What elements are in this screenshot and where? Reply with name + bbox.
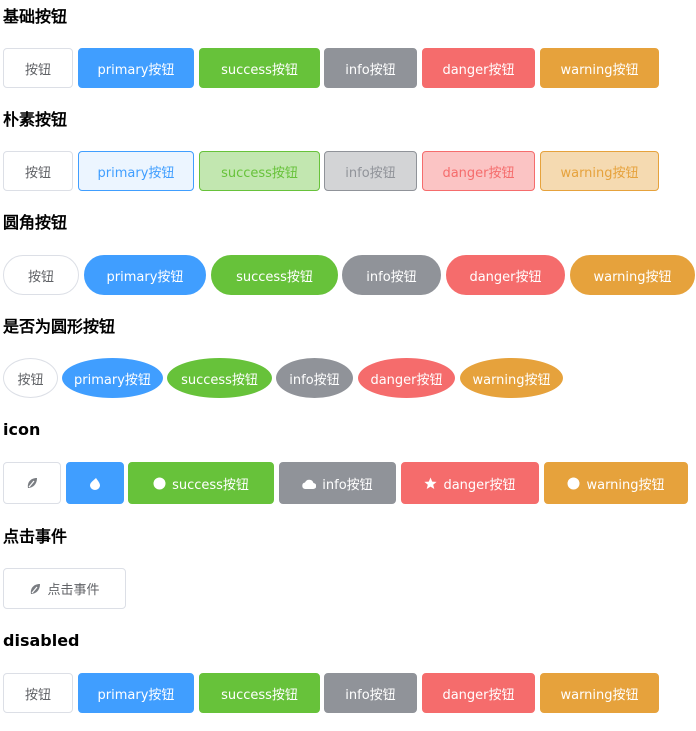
icon-info-button[interactable]: info按钮 <box>279 462 396 504</box>
round-success-button[interactable]: success按钮 <box>211 255 338 295</box>
basic-danger-button[interactable]: danger按钮 <box>422 48 535 88</box>
section-title-plain: 朴素按钮 <box>3 110 68 129</box>
circle-primary-button[interactable]: primary按钮 <box>62 358 163 398</box>
circle-icon <box>567 477 580 490</box>
disabled-success-button[interactable]: success按钮 <box>199 673 320 713</box>
leaf-icon <box>26 477 38 489</box>
leaf-icon <box>29 583 41 595</box>
icon-success-button-label: success按钮 <box>172 477 249 493</box>
basic-warning-button[interactable]: warning按钮 <box>540 48 659 88</box>
icon-info-button-label: info按钮 <box>322 477 373 493</box>
plain-info-button[interactable]: info按钮 <box>324 151 417 191</box>
circle-default-button[interactable]: 按钮 <box>3 358 58 398</box>
plain-danger-button[interactable]: danger按钮 <box>422 151 535 191</box>
disabled-info-button[interactable]: info按钮 <box>324 673 417 713</box>
disabled-danger-button[interactable]: danger按钮 <box>422 673 535 713</box>
basic-primary-button[interactable]: primary按钮 <box>78 48 194 88</box>
basic-success-button[interactable]: success按钮 <box>199 48 320 88</box>
disabled-default-button[interactable]: 按钮 <box>3 673 73 713</box>
drop-icon <box>89 477 101 490</box>
circle-warning-button[interactable]: warning按钮 <box>460 358 563 398</box>
round-danger-button[interactable]: danger按钮 <box>446 255 565 295</box>
round-default-button[interactable]: 按钮 <box>3 255 79 295</box>
cloud-icon <box>302 477 317 490</box>
icon-danger-button[interactable]: danger按钮 <box>401 462 539 504</box>
round-primary-button[interactable]: primary按钮 <box>84 255 206 295</box>
icon-primary-button[interactable] <box>66 462 124 504</box>
circle-info-button[interactable]: info按钮 <box>276 358 353 398</box>
round-info-button[interactable]: info按钮 <box>342 255 441 295</box>
section-title-circle: 是否为圆形按钮 <box>3 317 116 336</box>
disabled-primary-button[interactable]: primary按钮 <box>78 673 194 713</box>
plain-primary-button[interactable]: primary按钮 <box>78 151 194 191</box>
icon-default-button[interactable] <box>3 462 61 504</box>
plain-warning-button[interactable]: warning按钮 <box>540 151 659 191</box>
disabled-warning-button[interactable]: warning按钮 <box>540 673 659 713</box>
circle-danger-button[interactable]: danger按钮 <box>358 358 455 398</box>
icon-warning-button[interactable]: warning按钮 <box>544 462 688 504</box>
click-event-button[interactable]: 点击事件 <box>3 568 126 609</box>
circle-success-button[interactable]: success按钮 <box>167 358 272 398</box>
section-title-round: 圆角按钮 <box>3 213 68 232</box>
click-event-button-label: 点击事件 <box>47 583 100 598</box>
round-warning-button[interactable]: warning按钮 <box>570 255 695 295</box>
basic-default-button[interactable]: 按钮 <box>3 48 73 88</box>
plain-success-button[interactable]: success按钮 <box>199 151 320 191</box>
plain-default-button[interactable]: 按钮 <box>3 151 73 191</box>
section-title-icon: icon <box>3 420 41 439</box>
basic-info-button[interactable]: info按钮 <box>324 48 417 88</box>
star-icon <box>424 477 438 490</box>
icon-danger-button-label: danger按钮 <box>443 477 516 493</box>
icon-success-button[interactable]: success按钮 <box>128 462 274 504</box>
circle-icon <box>153 477 166 490</box>
icon-warning-button-label: warning按钮 <box>586 477 665 493</box>
section-title-basic: 基础按钮 <box>3 7 68 26</box>
section-title-click: 点击事件 <box>3 527 68 546</box>
section-title-disabled: disabled <box>3 631 80 650</box>
